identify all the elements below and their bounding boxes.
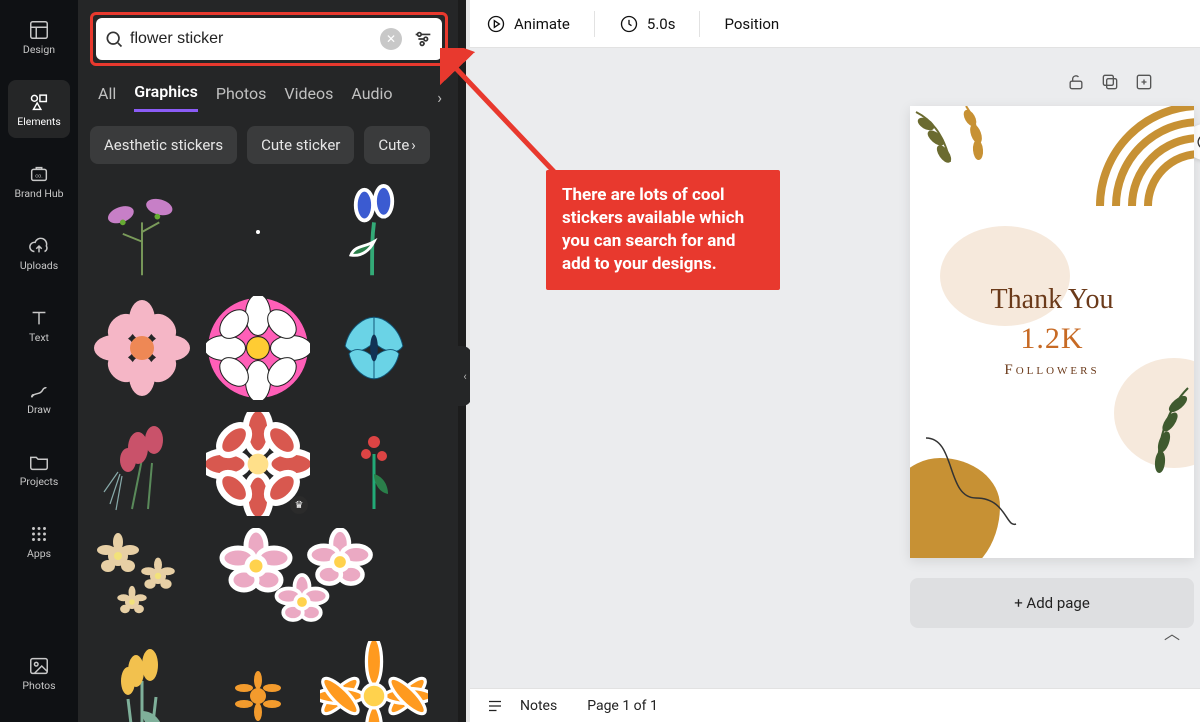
sticker-result[interactable]: [204, 294, 312, 402]
rail-uploads[interactable]: Uploads: [8, 224, 70, 282]
comment-icon: [1194, 132, 1200, 152]
brand-icon: co.: [28, 163, 50, 185]
add-page-button[interactable]: + Add page: [910, 578, 1194, 628]
line-graphic: [920, 428, 1020, 528]
annotation-callout: There are lots of cool stickers availabl…: [546, 170, 780, 290]
add-page-icon[interactable]: [1134, 72, 1154, 96]
leaf-graphic: [910, 106, 1016, 192]
scroll-up-button[interactable]: ︿: [1164, 620, 1180, 644]
rail-label: Elements: [17, 117, 61, 128]
sticker-result[interactable]: [204, 178, 312, 286]
tab-audio[interactable]: Audio: [351, 84, 392, 111]
chevron-right-icon: ›: [411, 136, 416, 154]
separator: [594, 11, 595, 37]
chip-cute[interactable]: Cute›: [364, 126, 429, 164]
unlock-icon[interactable]: [1066, 72, 1086, 96]
search-input[interactable]: [124, 30, 380, 48]
tab-graphics[interactable]: Graphics: [134, 82, 198, 112]
doc-subtitle: Followers: [910, 362, 1194, 379]
results-grid[interactable]: ♛: [78, 174, 460, 722]
notes-button[interactable]: Notes: [520, 698, 557, 714]
crown-icon: ♛: [290, 496, 308, 514]
category-tabs: All Graphics Photos Videos Audio ›: [78, 82, 460, 112]
chip-aesthetic[interactable]: Aesthetic stickers: [90, 126, 237, 164]
cloud-upload-icon: [28, 235, 50, 257]
doc-title: Thank You: [910, 284, 1194, 316]
doc-count: 1.2K: [910, 322, 1194, 356]
tab-videos[interactable]: Videos: [284, 84, 333, 111]
search-highlight-box: ✕: [90, 12, 448, 66]
sticker-result[interactable]: [320, 642, 428, 722]
sticker-result[interactable]: [320, 410, 428, 518]
rail-photos[interactable]: Photos: [8, 644, 70, 702]
apps-icon: [28, 523, 50, 545]
sticker-result[interactable]: [88, 642, 196, 722]
separator: [699, 11, 700, 37]
rail-elements[interactable]: Elements: [8, 80, 70, 138]
template-icon: [28, 19, 50, 41]
suggestion-chips: Aesthetic stickers Cute sticker Cute›: [78, 112, 460, 174]
rail-design[interactable]: Design: [8, 8, 70, 66]
tab-photos[interactable]: Photos: [216, 84, 267, 111]
svg-text:co.: co.: [35, 173, 42, 179]
search-icon: [104, 29, 124, 49]
rail-apps[interactable]: Apps: [8, 512, 70, 570]
sticker-result[interactable]: [88, 178, 196, 286]
elements-panel: ✕ All Graphics Photos Videos Audio › Aes…: [78, 0, 460, 722]
top-toolbar: Animate 5.0s Position: [470, 0, 1200, 48]
arch-graphic: [1090, 106, 1194, 216]
page-indicator[interactable]: Page 1 of 1: [587, 698, 658, 714]
filter-icon[interactable]: [412, 28, 434, 50]
animate-icon: [486, 14, 506, 34]
draw-icon: [28, 379, 50, 401]
tab-all[interactable]: All: [98, 84, 116, 111]
notes-icon: [486, 697, 504, 715]
rail-label: Uploads: [20, 261, 58, 272]
bottom-bar: Notes Page 1 of 1: [470, 688, 1200, 722]
rail-draw[interactable]: Draw: [8, 368, 70, 426]
search-bar: ✕: [96, 18, 442, 60]
sticker-result[interactable]: [88, 526, 196, 634]
image-icon: [28, 655, 50, 677]
clear-search-button[interactable]: ✕: [380, 28, 402, 50]
rail-label: Design: [23, 45, 55, 56]
shapes-icon: [28, 91, 50, 113]
rail-brand-hub[interactable]: co. Brand Hub: [8, 152, 70, 210]
chevron-right-icon[interactable]: ›: [437, 88, 442, 107]
rail-text[interactable]: Text: [8, 296, 70, 354]
rail-label: Photos: [22, 681, 55, 692]
sticker-result[interactable]: [320, 294, 428, 402]
rail-label: Projects: [20, 477, 59, 488]
left-rail: Design Elements co. Brand Hub Uploads Te…: [0, 0, 78, 722]
sticker-result[interactable]: [88, 410, 196, 518]
rail-label: Text: [29, 333, 49, 344]
page-actions: [1066, 72, 1154, 96]
rail-projects[interactable]: Projects: [8, 440, 70, 498]
animate-button[interactable]: Animate: [486, 14, 570, 34]
rail-label: Brand Hub: [14, 189, 63, 200]
duplicate-icon[interactable]: [1100, 72, 1120, 96]
position-button[interactable]: Position: [724, 15, 779, 33]
sticker-result[interactable]: [204, 642, 312, 722]
chip-cute-sticker[interactable]: Cute sticker: [247, 126, 354, 164]
design-page[interactable]: Thank You 1.2K Followers: [910, 106, 1194, 558]
sticker-result[interactable]: [204, 526, 420, 634]
rail-label: Apps: [27, 549, 51, 560]
sticker-result[interactable]: [320, 178, 428, 286]
leaf-graphic: [1078, 378, 1194, 498]
folder-icon: [28, 451, 50, 473]
text-icon: [28, 307, 50, 329]
clock-icon: [619, 14, 639, 34]
duration-button[interactable]: 5.0s: [619, 14, 676, 34]
sticker-result[interactable]: ♛: [204, 410, 312, 518]
canvas-area[interactable]: Thank You 1.2K Followers + Add page ︿: [470, 48, 1200, 688]
rail-label: Draw: [27, 405, 51, 416]
sticker-result[interactable]: [88, 294, 196, 402]
